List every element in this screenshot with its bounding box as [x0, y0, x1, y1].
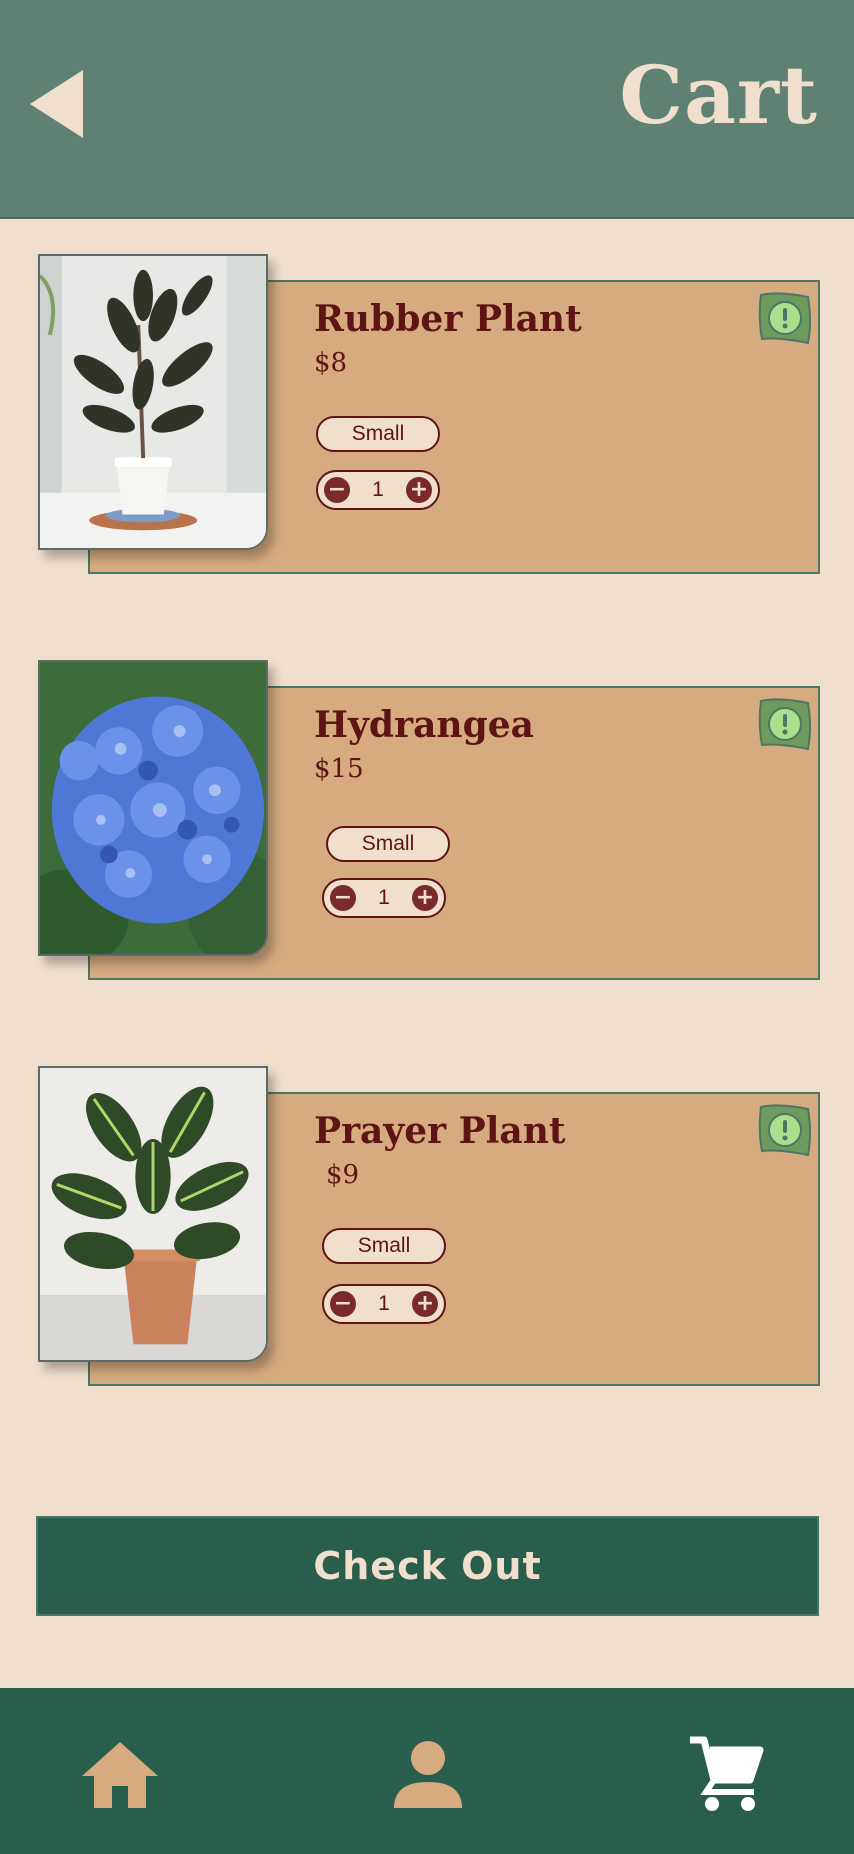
size-selector[interactable]: Small	[322, 1228, 446, 1264]
increase-quantity-button[interactable]: +	[412, 1291, 438, 1317]
alert-leaf-icon[interactable]	[758, 697, 812, 751]
alert-leaf-icon[interactable]	[758, 291, 812, 345]
item-price: $9	[326, 1160, 360, 1190]
rubber-plant-photo	[38, 254, 268, 550]
size-selector[interactable]: Small	[316, 416, 440, 452]
increase-quantity-button[interactable]: +	[412, 885, 438, 911]
item-price: $8	[314, 348, 348, 378]
home-icon[interactable]	[80, 1740, 160, 1810]
quantity-value: 1	[372, 478, 384, 501]
cart-item: Prayer Plant $9 Small − 1 +	[0, 1066, 854, 1396]
quantity-stepper: − 1 +	[316, 470, 440, 510]
item-name: Rubber Plant	[314, 298, 582, 340]
prayer-plant-photo	[38, 1066, 268, 1362]
page-title: Cart	[619, 48, 818, 142]
cart-item: Hydrangea $15 Small − 1 +	[0, 660, 854, 990]
hydrangea-photo	[38, 660, 268, 956]
alert-leaf-icon[interactable]	[758, 1103, 812, 1157]
checkout-button[interactable]: Check Out	[36, 1516, 819, 1616]
item-price: $15	[314, 754, 364, 784]
decrease-quantity-button[interactable]: −	[330, 1291, 356, 1317]
cart-icon[interactable]	[688, 1736, 764, 1812]
quantity-stepper: − 1 +	[322, 1284, 446, 1324]
profile-icon[interactable]	[392, 1740, 464, 1810]
decrease-quantity-button[interactable]: −	[330, 885, 356, 911]
back-arrow-icon[interactable]	[28, 68, 88, 140]
bottom-nav	[0, 1688, 854, 1854]
increase-quantity-button[interactable]: +	[406, 477, 432, 503]
item-name: Prayer Plant	[314, 1110, 566, 1152]
item-name: Hydrangea	[314, 704, 534, 746]
size-selector[interactable]: Small	[326, 826, 450, 862]
quantity-stepper: − 1 +	[322, 878, 446, 918]
quantity-value: 1	[378, 1292, 390, 1315]
cart-item: Rubber Plant $8 Small − 1 +	[0, 254, 854, 584]
decrease-quantity-button[interactable]: −	[324, 477, 350, 503]
quantity-value: 1	[378, 886, 390, 909]
header-bar: Cart	[0, 0, 854, 219]
